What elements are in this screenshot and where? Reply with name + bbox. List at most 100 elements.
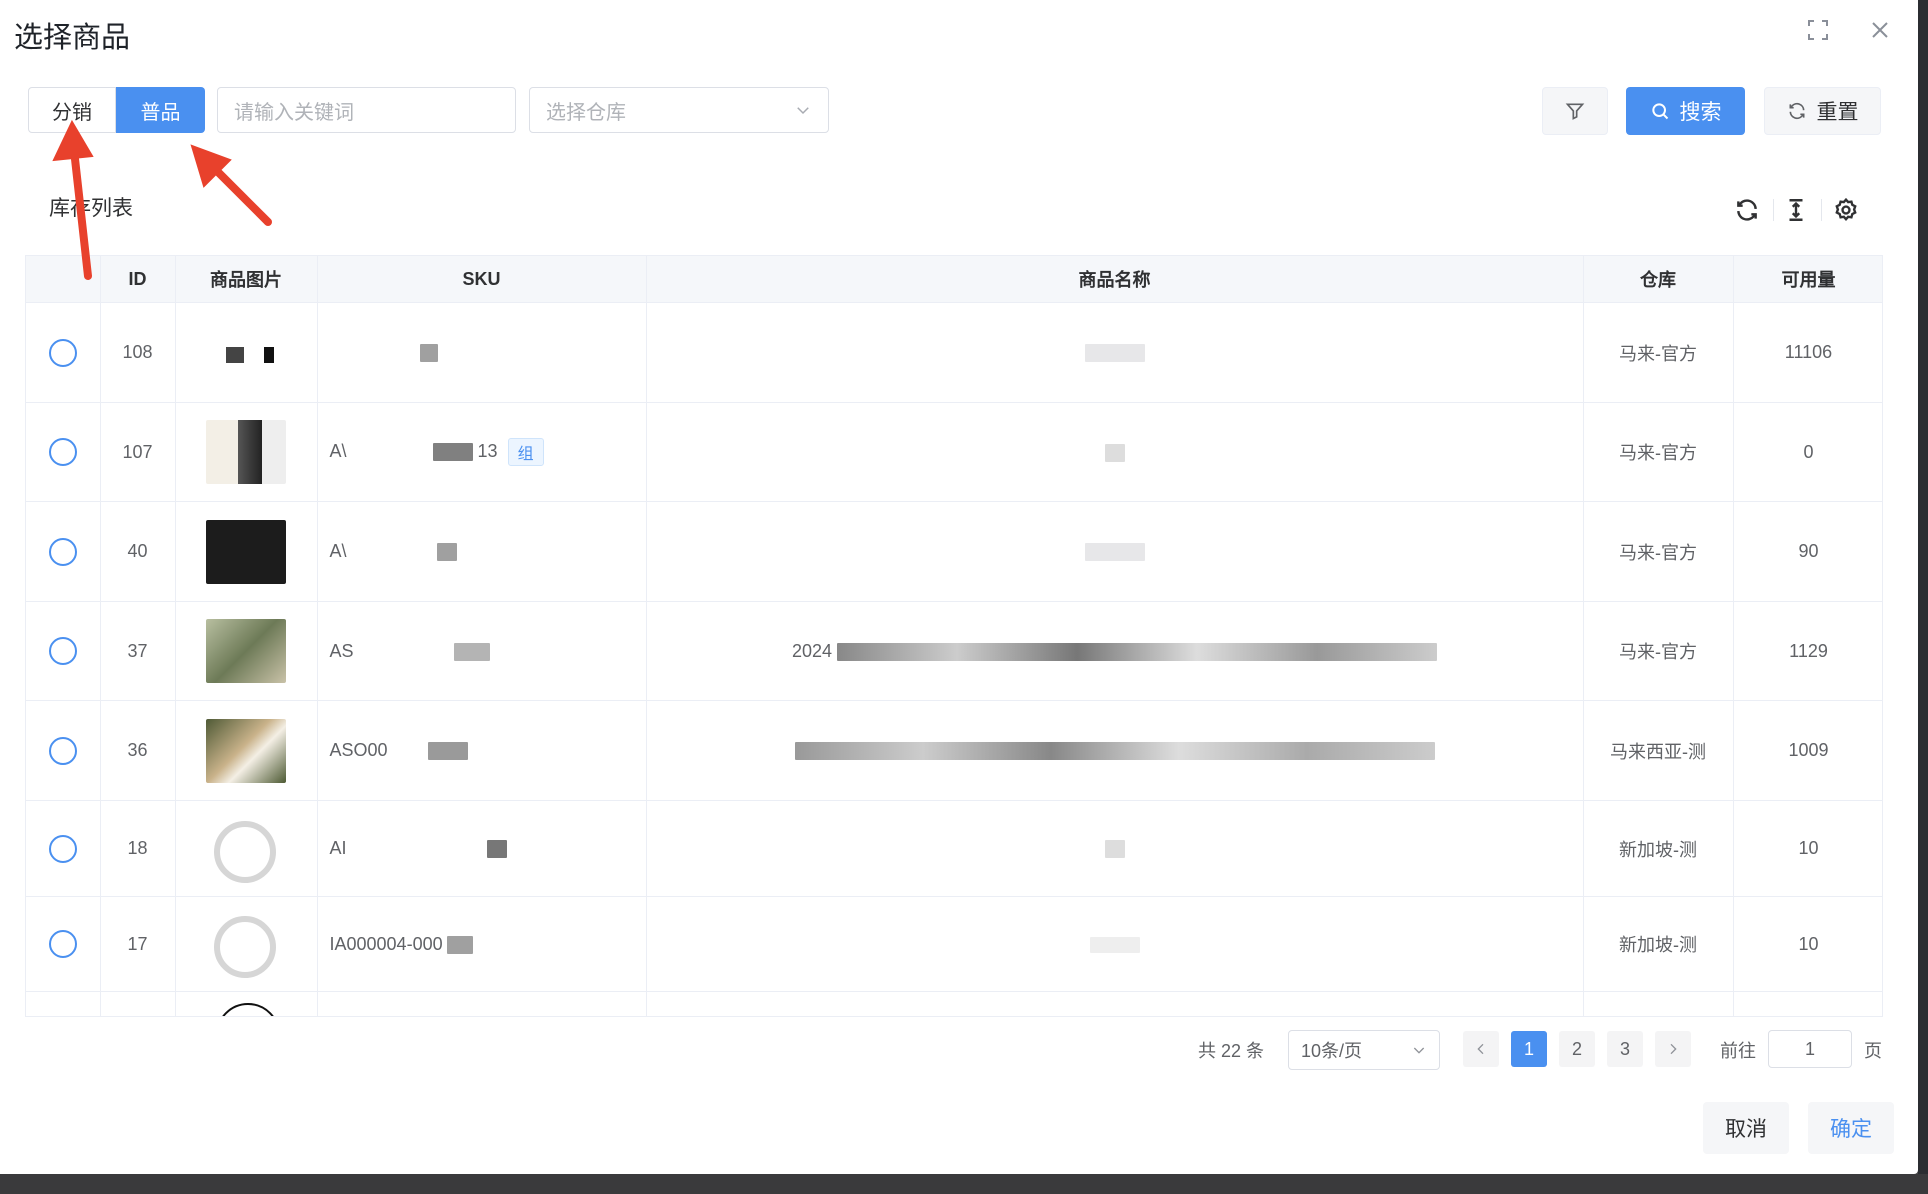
keyword-input[interactable]: 请输入关键词 <box>217 87 516 133</box>
product-name: 2024 <box>791 640 833 661</box>
inventory-table: ID 商品图片 SKU 商品名称 仓库 可用量 108 马来-官方 11106 <box>25 255 1883 1017</box>
filter-icon <box>1565 103 1585 120</box>
page-suffix: 页 <box>1864 1041 1882 1061</box>
sku-tail: 13 <box>477 440 498 461</box>
page-button-1[interactable]: 1 <box>1511 1031 1547 1067</box>
redacted-block <box>427 742 468 761</box>
search-icon <box>1651 103 1668 120</box>
row-id: 40 <box>100 501 176 602</box>
product-thumbnail[interactable] <box>206 519 286 584</box>
page-size-select[interactable]: 10条/页 <box>1288 1030 1440 1070</box>
select-product-dialog: 选择商品 分销 普品 请输入关键词 选择仓库 搜索 重置 库存列表 ID 商品图… <box>0 0 1918 1174</box>
dialog-title: 选择商品 <box>14 22 131 54</box>
chevron-left-icon <box>1477 1043 1484 1055</box>
table-row[interactable]: 36 ASO00 马来西亚-测 1009 <box>26 700 1882 801</box>
row-qty: 1129 <box>1733 601 1882 701</box>
table-row[interactable]: 17 IA000004-000 新加坡-测 10 <box>26 896 1882 992</box>
redacted-block <box>419 344 438 363</box>
product-thumbnail[interactable] <box>206 816 286 883</box>
page-button-2[interactable]: 2 <box>1559 1031 1595 1067</box>
row-warehouse: 马来-官方 <box>1583 601 1734 701</box>
row-qty: 10 <box>1733 800 1882 897</box>
row-qty: 10 <box>1733 896 1882 992</box>
table-row[interactable]: 18 AI 新加坡-测 10 <box>26 800 1882 897</box>
redacted-block <box>486 840 507 859</box>
toolbar-divider <box>1773 199 1774 221</box>
redacted-block <box>453 642 490 661</box>
row-qty: 11106 <box>1733 302 1882 403</box>
redacted-block <box>837 642 1438 661</box>
prev-page-button[interactable] <box>1463 1031 1499 1067</box>
column-header-image: 商品图片 <box>175 256 318 303</box>
refresh-icon[interactable] <box>1734 197 1760 223</box>
row-select-radio[interactable] <box>48 637 77 665</box>
sku-text: A\ <box>329 440 347 461</box>
page-button-3[interactable]: 3 <box>1607 1031 1643 1067</box>
select-column-header <box>26 256 101 303</box>
search-button[interactable]: 搜索 <box>1626 87 1745 135</box>
keyword-placeholder: 请输入关键词 <box>234 101 354 124</box>
total-count: 共 22 条 <box>1198 1041 1265 1061</box>
table-row[interactable]: 107 A\ 13 组 马来-官方 0 <box>26 402 1882 502</box>
group-tag: 组 <box>507 438 544 466</box>
refresh-icon <box>1789 102 1804 120</box>
row-select-radio[interactable] <box>48 338 77 367</box>
inventory-list-title: 库存列表 <box>49 197 133 220</box>
sku-text: AS <box>329 640 354 661</box>
warehouse-placeholder: 选择仓库 <box>546 101 626 124</box>
row-id: 36 <box>100 700 176 801</box>
table-row[interactable]: 37 AS 2024 马来-官方 1129 <box>26 601 1882 701</box>
background-window-edge <box>0 1174 1928 1194</box>
background-window-edge <box>1918 0 1928 1194</box>
tab-regular[interactable]: 普品 <box>116 87 205 133</box>
row-id: 17 <box>100 896 176 992</box>
row-id: 18 <box>100 800 176 897</box>
row-id: 107 <box>100 402 176 502</box>
sku-text: ASO00 <box>329 740 388 760</box>
fullscreen-icon[interactable] <box>1806 18 1830 42</box>
next-page-button[interactable] <box>1655 1031 1691 1067</box>
row-select-radio[interactable] <box>48 438 77 466</box>
product-thumbnail[interactable] <box>206 718 286 783</box>
redacted-block <box>1104 840 1125 859</box>
product-thumbnail[interactable] <box>206 320 286 385</box>
row-warehouse: 马来-官方 <box>1583 402 1734 502</box>
row-warehouse: 新加坡-测 <box>1583 896 1734 992</box>
redacted-block <box>1089 936 1140 953</box>
row-select-radio[interactable] <box>48 537 77 566</box>
redacted-block <box>446 935 473 954</box>
product-thumbnail[interactable] <box>206 420 286 484</box>
cancel-button[interactable]: 取消 <box>1703 1102 1789 1154</box>
product-thumbnail[interactable] <box>206 996 286 1016</box>
close-icon[interactable] <box>1868 18 1892 42</box>
toolbar-divider <box>1821 199 1822 221</box>
table-row[interactable]: 108 马来-官方 11106 <box>26 302 1882 403</box>
sku-text: IA000004-000 <box>329 933 443 954</box>
reset-button[interactable]: 重置 <box>1764 87 1881 135</box>
goto-page-input[interactable]: 1 <box>1768 1030 1852 1068</box>
product-thumbnail[interactable] <box>206 912 286 978</box>
row-warehouse: 新加坡-测 <box>1583 800 1734 897</box>
table-row[interactable]: 40 A\ 马来-官方 90 <box>26 501 1882 602</box>
row-id: 37 <box>100 601 176 701</box>
row-select-radio[interactable] <box>48 930 77 958</box>
goto-label: 前往 <box>1720 1041 1756 1061</box>
row-select-radio[interactable] <box>48 834 77 863</box>
product-thumbnail[interactable] <box>206 619 286 683</box>
row-warehouse: 马来西亚-测 <box>1583 700 1734 801</box>
table-header-row: ID 商品图片 SKU 商品名称 仓库 可用量 <box>26 256 1882 303</box>
row-density-icon[interactable] <box>1783 197 1809 223</box>
table-row[interactable] <box>26 991 1882 1016</box>
column-header-id: ID <box>100 256 176 303</box>
warehouse-select[interactable]: 选择仓库 <box>529 87 829 133</box>
redacted-block <box>794 742 1435 761</box>
row-warehouse: 马来-官方 <box>1583 501 1734 602</box>
column-header-warehouse: 仓库 <box>1583 256 1734 303</box>
row-qty: 0 <box>1733 402 1882 502</box>
sku-text: A\ <box>329 541 347 561</box>
settings-gear-icon[interactable] <box>1833 197 1859 223</box>
confirm-button[interactable]: 确定 <box>1808 1102 1894 1154</box>
row-select-radio[interactable] <box>48 736 77 765</box>
filter-button[interactable] <box>1542 87 1608 135</box>
tab-distribution[interactable]: 分销 <box>28 87 116 133</box>
